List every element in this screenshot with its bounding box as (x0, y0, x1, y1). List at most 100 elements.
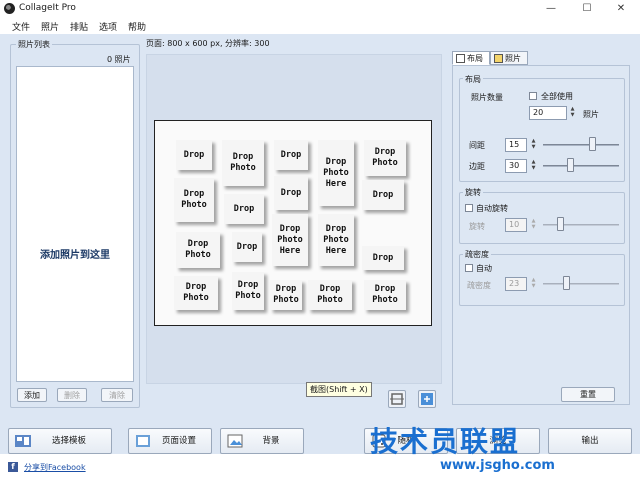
photo-count: 0 照片 (107, 55, 131, 64)
cell-text: Drop (280, 150, 302, 160)
cell-text: Drop (233, 204, 255, 214)
cell-text: Photo (323, 235, 349, 245)
minimize-button[interactable]: — (536, 0, 566, 18)
page-setup-button[interactable]: 页面设置 (128, 428, 212, 454)
margin-stepper[interactable]: ▲ ▼ (529, 159, 538, 173)
rotation-section-title: 旋转 (463, 187, 483, 198)
add-button[interactable]: 添加 (17, 388, 47, 402)
collage-cell[interactable]: Drop Photo (174, 178, 214, 222)
background-button[interactable]: 背景 (220, 428, 304, 454)
layout-section-title: 布局 (463, 74, 483, 85)
collage-cell[interactable]: Drop (274, 176, 308, 210)
collage-cell[interactable]: Drop Photo Here (318, 140, 354, 206)
tab-layout[interactable]: 布局 (452, 51, 490, 65)
density-input[interactable]: 23 (505, 277, 527, 291)
cell-text: Drop (185, 282, 207, 292)
spacing-stepper[interactable]: ▲ ▼ (529, 138, 538, 152)
margin-input[interactable]: 30 (505, 159, 527, 173)
cell-text: Drop (183, 189, 205, 199)
cell-text: Drop (187, 239, 209, 249)
tooltip: 截图(Shift + X) (306, 382, 372, 397)
cell-text: Here (325, 246, 347, 256)
collage-cell[interactable]: Drop Photo (364, 140, 406, 176)
rotation-section (459, 192, 625, 244)
auto-density-checkbox[interactable] (465, 264, 473, 272)
collage-cell[interactable]: Drop (176, 140, 212, 170)
collage-cell[interactable]: Drop (362, 246, 404, 270)
menu-file[interactable]: 文件 (12, 20, 30, 33)
collage-cell[interactable]: Drop Photo (364, 280, 406, 310)
photo-count-stepper[interactable]: ▲ ▼ (568, 106, 577, 120)
facebook-icon[interactable]: f (8, 462, 18, 472)
cell-text: Drop (319, 284, 341, 294)
spacing-slider-thumb[interactable] (589, 137, 596, 151)
margin-slider-thumb[interactable] (567, 158, 574, 172)
menu-photo[interactable]: 照片 (41, 20, 59, 33)
rotation-slider-thumb[interactable] (557, 217, 564, 231)
cell-text: Photo (273, 295, 299, 305)
reset-button[interactable]: 重置 (561, 387, 615, 402)
facebook-share-link[interactable]: 分享到Facebook (24, 462, 86, 473)
close-button[interactable]: ✕ (606, 0, 636, 18)
auto-density-label: 自动 (476, 264, 492, 273)
cell-text: Photo (230, 163, 256, 173)
screenshot-icon[interactable] (388, 390, 406, 408)
auto-rotate-label: 自动旋转 (476, 204, 508, 213)
menu-options[interactable]: 选项 (99, 20, 117, 33)
select-template-button[interactable]: 选择模板 (8, 428, 112, 454)
maximize-button[interactable]: ☐ (572, 0, 602, 18)
collage-cell[interactable]: Drop (224, 194, 264, 224)
rotation-slider-track[interactable] (543, 224, 619, 226)
density-slider-thumb[interactable] (563, 276, 570, 290)
rotation-input[interactable]: 10 (505, 218, 527, 232)
menu-arrange[interactable]: 排贴 (70, 20, 88, 33)
auto-rotate-checkbox[interactable] (465, 204, 473, 212)
spacing-slider-track[interactable] (543, 144, 619, 146)
cell-text: Photo (323, 168, 349, 178)
rotation-stepper[interactable]: ▲ ▼ (529, 218, 538, 232)
spacing-input[interactable]: 15 (505, 138, 527, 152)
page-info: 页面: 800 x 600 px, 分辨率: 300 (146, 39, 270, 48)
collage-cell[interactable]: Drop Photo Here (272, 214, 308, 266)
collage-cell[interactable]: Drop Photo (308, 280, 352, 310)
collage-cell[interactable]: Drop (232, 232, 262, 262)
photo-count-label: 照片数量 (471, 93, 503, 102)
collage-cell[interactable]: Drop Photo (270, 280, 302, 310)
photo-drop-area[interactable] (16, 66, 134, 382)
cell-text: Drop (374, 284, 396, 294)
title-bar: CollageIt Pro — ☐ ✕ (0, 0, 640, 18)
menu-bar: 文件 照片 排贴 选项 帮助 (0, 18, 640, 34)
cell-text: Photo (317, 295, 343, 305)
photo-count-input[interactable]: 20 (529, 106, 567, 120)
margin-slider-track[interactable] (543, 165, 619, 167)
collage-cell[interactable]: Drop Photo (176, 232, 220, 268)
use-all-checkbox[interactable] (529, 92, 537, 100)
cell-text: Drop (280, 188, 302, 198)
density-slider-track[interactable] (543, 283, 619, 285)
collage-cell[interactable]: Drop Photo Here (318, 214, 354, 266)
cell-text: Drop (372, 190, 394, 200)
cell-text: Drop (372, 253, 394, 263)
drop-hint: 添加照片到这里 (40, 250, 110, 261)
cell-text: Photo (185, 250, 211, 260)
watermark-text: 技术员联盟 (370, 425, 521, 458)
clear-button[interactable]: 清除 (101, 388, 133, 402)
collage-cell[interactable]: Drop Photo (232, 272, 264, 310)
cell-text: Drop (237, 280, 259, 290)
collage-cell[interactable]: Drop Photo (174, 276, 218, 310)
cell-text: Photo (183, 293, 209, 303)
cell-text: Drop (325, 224, 347, 234)
app-icon (4, 3, 15, 14)
cell-text: Photo (372, 295, 398, 305)
fit-view-icon[interactable] (418, 390, 436, 408)
cell-text: Photo (235, 291, 261, 301)
collage-cell[interactable]: Drop (362, 180, 404, 210)
collage-cell[interactable]: Drop Photo (222, 140, 264, 186)
density-stepper[interactable]: ▲ ▼ (529, 277, 538, 291)
tab-photo[interactable]: 照片 (490, 51, 528, 65)
export-button[interactable]: 输出 (548, 428, 632, 454)
menu-help[interactable]: 帮助 (128, 20, 146, 33)
collage-cell[interactable]: Drop (274, 140, 308, 170)
photo-list-title: 照片列表 (16, 39, 52, 50)
remove-button[interactable]: 删除 (57, 388, 87, 402)
